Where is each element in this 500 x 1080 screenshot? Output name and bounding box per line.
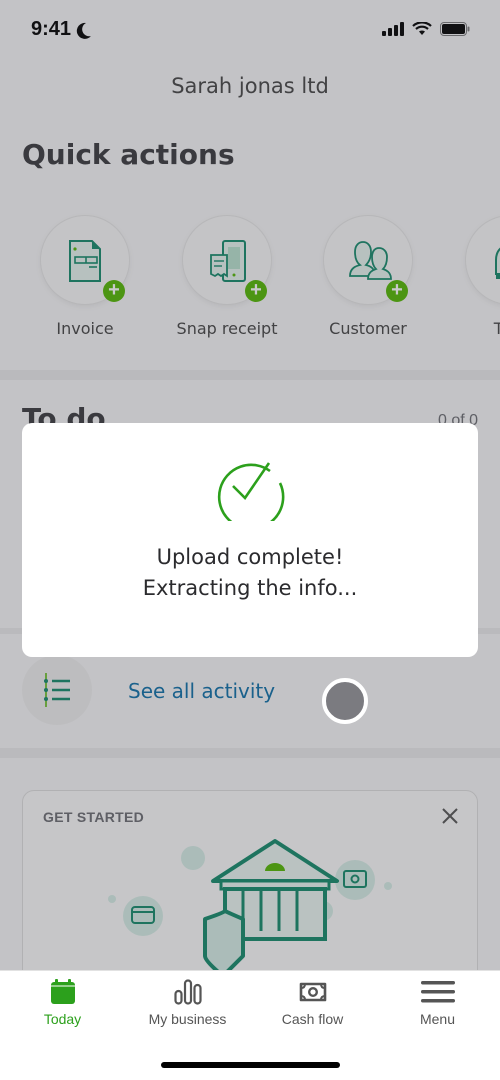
bar-chart-icon bbox=[173, 979, 202, 1005]
tab-my-business[interactable]: My business bbox=[125, 979, 250, 1027]
tab-today[interactable]: Today bbox=[0, 979, 125, 1027]
today-screen: 9:41 Sarah jonas ltd Quick actions + Inv… bbox=[0, 0, 500, 970]
tab-label: Menu bbox=[419, 1011, 456, 1027]
upload-status-modal: Upload complete! Extracting the info... bbox=[22, 423, 478, 657]
tab-label: Today bbox=[43, 1011, 82, 1027]
tab-cash-flow[interactable]: Cash flow bbox=[250, 979, 375, 1027]
modal-title: Upload complete! bbox=[156, 545, 344, 569]
tab-menu[interactable]: Menu bbox=[375, 979, 500, 1027]
tab-label: Cash flow bbox=[281, 1011, 344, 1027]
calendar-icon bbox=[50, 979, 75, 1004]
modal-subtitle: Extracting the info... bbox=[142, 576, 358, 600]
touch-indicator bbox=[322, 678, 368, 724]
tab-label: My business bbox=[148, 1011, 227, 1027]
hamburger-menu-icon bbox=[420, 981, 455, 1003]
home-indicator[interactable] bbox=[161, 1062, 340, 1068]
check-circle-icon bbox=[217, 462, 285, 521]
cash-icon bbox=[299, 982, 326, 1002]
